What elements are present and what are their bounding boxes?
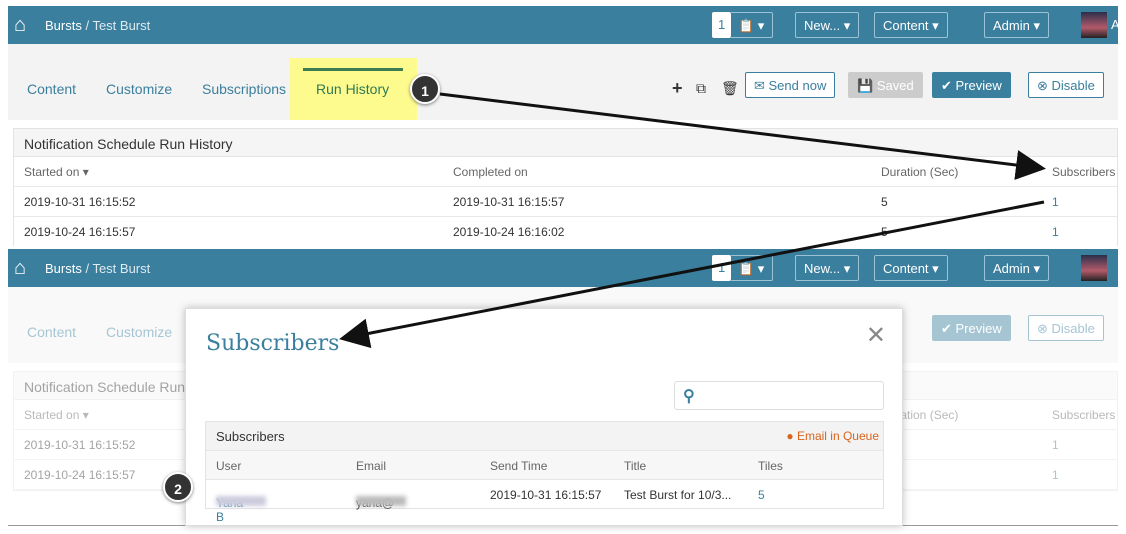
step-1-badge: 1 bbox=[410, 74, 440, 104]
step-2-badge: 2 bbox=[163, 472, 193, 502]
annotation-arrows bbox=[339, 92, 1046, 349]
arrow-to-subscribers-column bbox=[439, 92, 1046, 180]
arrow-to-modal-title bbox=[339, 200, 1045, 349]
